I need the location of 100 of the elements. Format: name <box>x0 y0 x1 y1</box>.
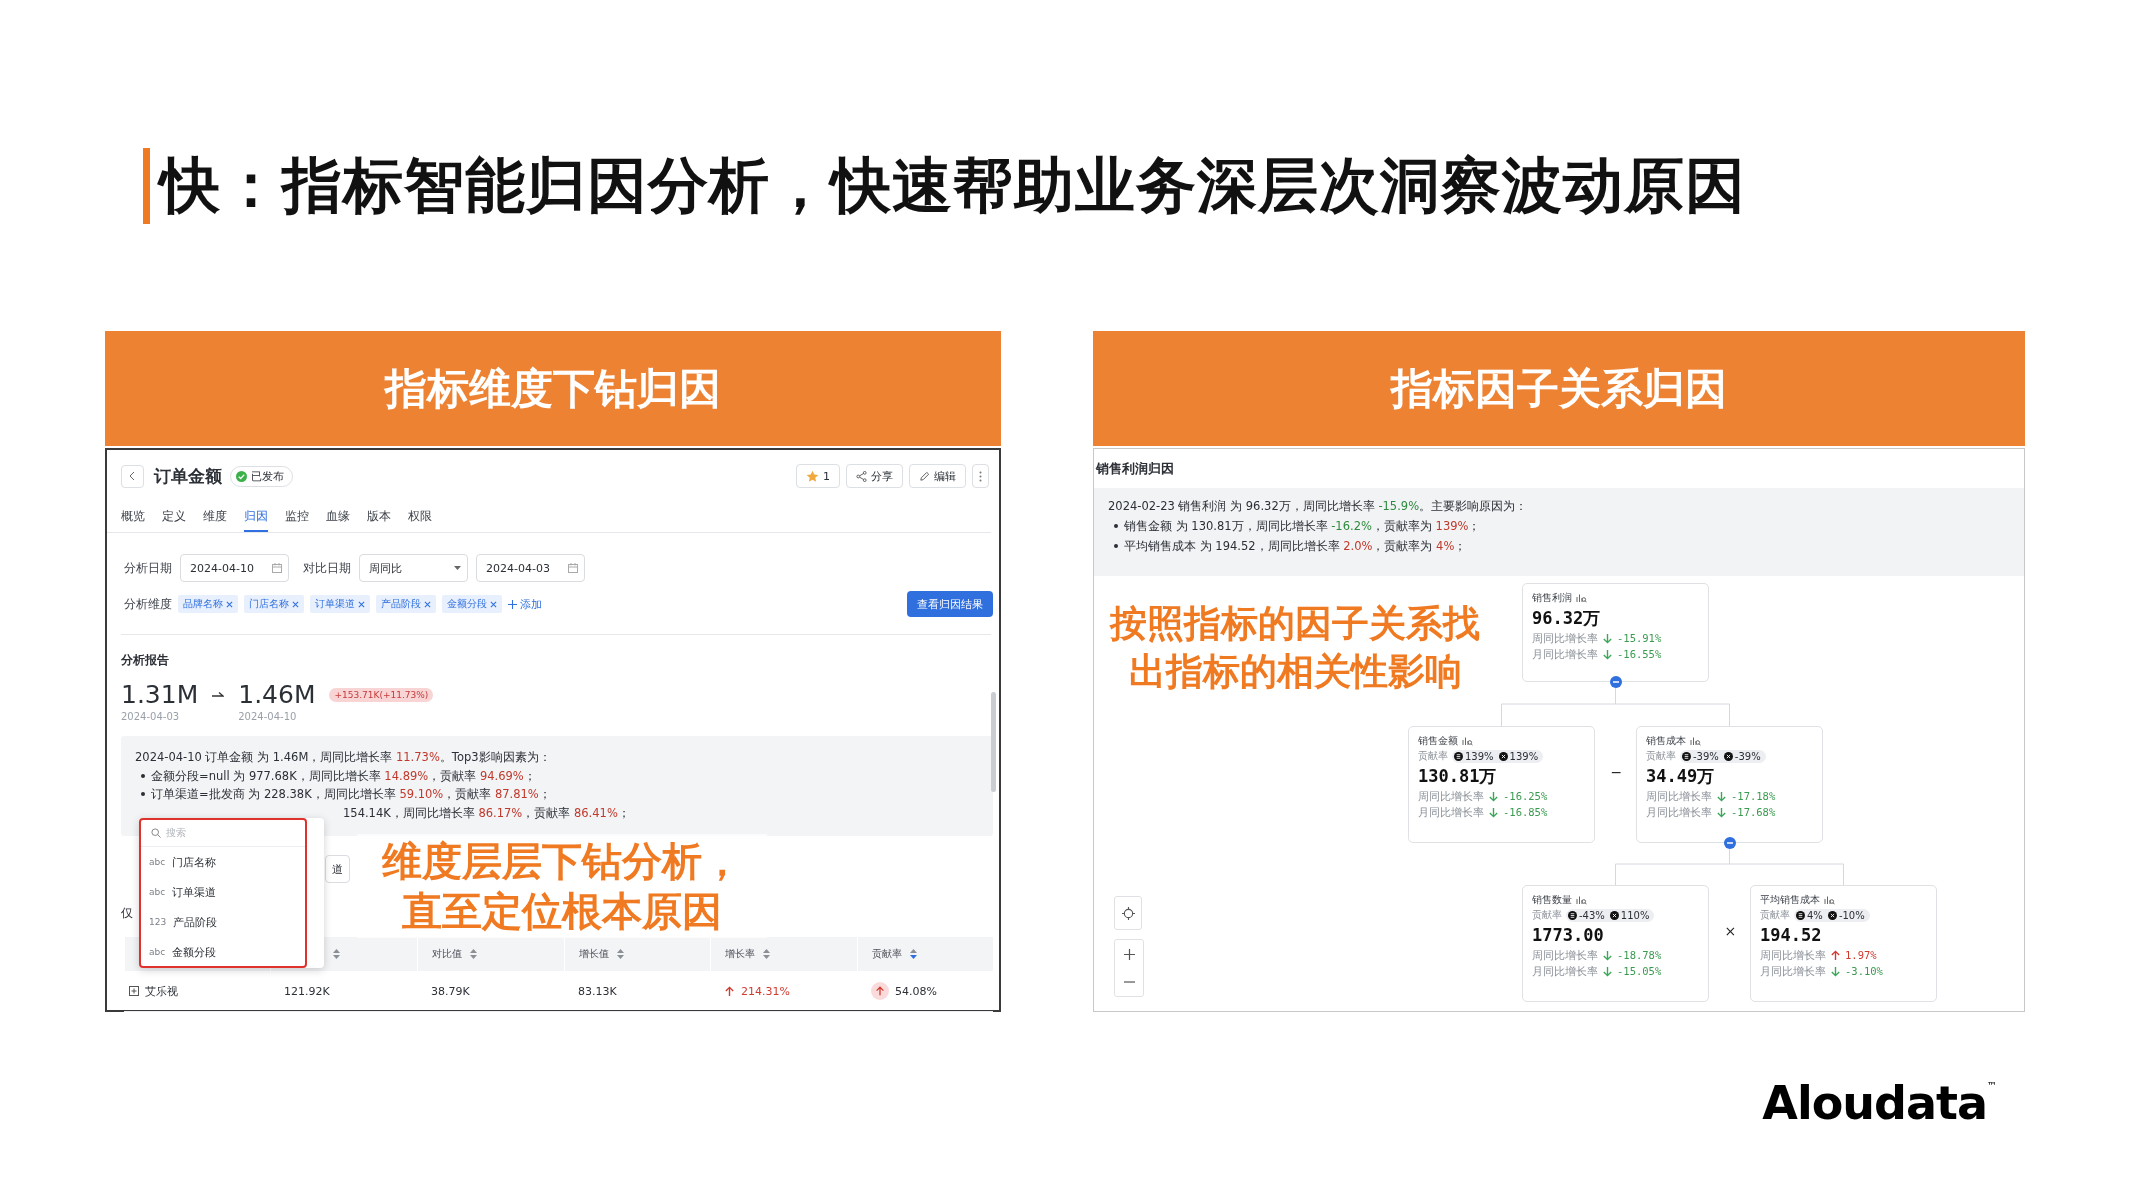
chart-search-icon[interactable] <box>1576 895 1587 905</box>
metric-name: 销售利润 <box>1532 591 1572 605</box>
rate-value: -16.85% <box>1503 805 1548 820</box>
collapse-toggle[interactable] <box>1609 676 1622 688</box>
menu-item[interactable]: 123 产品阶段 <box>141 907 305 937</box>
up-arrow-icon <box>724 985 735 997</box>
add-link[interactable]: 添加 <box>508 596 542 612</box>
search-icon <box>151 828 161 838</box>
metric-name: 销售数量 <box>1532 893 1572 907</box>
chart-search-icon[interactable] <box>1462 736 1473 746</box>
metric-value: 130.81万 <box>1418 765 1498 788</box>
sort-icon[interactable] <box>910 949 917 959</box>
close-icon[interactable] <box>490 600 497 608</box>
close-icon[interactable] <box>424 600 431 608</box>
contribution-value: 110% <box>1620 909 1650 921</box>
dimension-tag: 门店名称 <box>244 595 304 613</box>
tab[interactable]: 概览 <box>121 502 145 532</box>
scrollbar[interactable] <box>991 692 996 792</box>
down-arrow-icon <box>1488 807 1499 818</box>
table-cell: 54.08% <box>895 984 937 998</box>
date-field[interactable]: 2024-04-10 <box>180 554 289 582</box>
star-button[interactable]: 1 <box>796 464 840 488</box>
summary-text: 2024-04-10 订单金额 为 1.46M，周同比增长率 11.73%。Top3影响因素为： <box>135 749 551 766</box>
panel-title: 销售利润归因 <box>1096 459 1174 478</box>
date-field[interactable]: 2024-04-03 <box>476 554 585 582</box>
metric-card[interactable]: 销售数量 贡献率 -43% 110% 1773.00 周同比增长率 -18.78% 月同比增长率 -15.05% <box>1522 885 1709 1002</box>
sort-icon[interactable] <box>470 949 477 959</box>
contribution-label: 贡献率 <box>1760 908 1790 922</box>
metric-name: 销售成本 <box>1646 734 1686 748</box>
menu-item[interactable]: abc 门店名称 <box>141 847 305 877</box>
section-header: 指标因子关系归因 <box>1093 331 2025 446</box>
rate-label: 周同比增长率 <box>1532 948 1598 963</box>
sort-icon[interactable] <box>763 949 770 959</box>
caption-text: 出指标的相关性影响 <box>1128 649 1462 695</box>
rate-label: 月同比增长率 <box>1418 805 1484 820</box>
tab[interactable]: 血缘 <box>326 502 350 532</box>
share-button[interactable]: 分享 <box>846 464 903 488</box>
field-label: 分析维度 <box>124 595 172 613</box>
table-cell: 214.31% <box>741 984 790 998</box>
table-cell: 83.13K <box>578 984 617 998</box>
tab[interactable]: 权限 <box>408 502 432 532</box>
contribution-label: 贡献率 <box>1646 749 1676 763</box>
chart-search-icon[interactable] <box>1824 895 1835 905</box>
current-date: 2024-04-10 <box>238 711 298 722</box>
section-title: 分析报告 <box>120 652 170 669</box>
locate-button[interactable] <box>1114 896 1142 930</box>
star-icon <box>806 469 819 483</box>
rate-value: -18.78% <box>1617 948 1662 963</box>
view-results-button[interactable]: 查看归因结果 <box>907 591 993 617</box>
summary-text: 2024-02-23 销售利润 为 96.32万，周同比增长率 -15.9%。主要影响原因为： <box>1108 498 1528 515</box>
column-header: 增长率 <box>725 947 755 961</box>
tab[interactable]: 版本 <box>367 502 391 532</box>
summary-text: 订单渠道=批发商 为 228.38K，周同比增长率 59.10%，贡献率 87.81%； <box>151 786 551 803</box>
chevron-left-icon <box>129 471 136 481</box>
expand-icon[interactable] <box>129 986 139 996</box>
tab[interactable]: 定义 <box>162 502 186 532</box>
sum-icon <box>1454 751 1463 761</box>
dimension-button[interactable]: 道 <box>325 855 350 883</box>
menu-item[interactable]: abc 金额分段 <box>141 937 305 967</box>
rate-label: 月同比增长率 <box>1532 647 1598 662</box>
trademark-sign: ™ <box>1987 1080 1997 1091</box>
close-icon[interactable] <box>358 600 365 608</box>
plus-icon <box>508 599 517 609</box>
chart-search-icon[interactable] <box>1690 736 1701 746</box>
compare-select[interactable]: 周同比 <box>359 554 468 582</box>
chart-search-icon[interactable] <box>1576 593 1587 603</box>
close-icon[interactable] <box>292 600 299 608</box>
plus-icon <box>1123 948 1135 960</box>
rate-value: -16.25% <box>1503 789 1548 804</box>
rate-value: 1.97% <box>1845 948 1877 963</box>
dimension-tag: 金额分段 <box>442 595 502 613</box>
collapse-toggle[interactable] <box>1723 837 1736 849</box>
tab[interactable]: 监控 <box>285 502 309 532</box>
metric-value: 34.49万 <box>1646 765 1716 788</box>
sort-icon[interactable] <box>617 949 624 959</box>
metric-card[interactable]: 销售成本 贡献率 -39% -39% 34.49万 周同比增长率 -17.18% 月同比增长率 -17.68% <box>1636 726 1823 843</box>
rate-value: -3.10% <box>1845 964 1883 979</box>
operator-sign: − <box>1610 764 1623 780</box>
caption-text: 维度层层下钻分析， <box>382 837 742 886</box>
base-date: 2024-04-03 <box>121 711 181 722</box>
edit-button[interactable]: 编辑 <box>909 464 966 488</box>
contribution-value: -39% <box>1693 750 1719 762</box>
close-icon[interactable] <box>226 600 233 608</box>
more-icon <box>979 470 982 482</box>
rate-value: -17.68% <box>1731 805 1776 820</box>
bullet-dot <box>141 792 145 797</box>
field-label: 分析日期 <box>124 559 172 577</box>
status-text: 已发布 <box>251 468 284 484</box>
menu-item[interactable]: abc 订单渠道 <box>141 877 305 907</box>
summary-text: 平均销售成本 为 194.52，周同比增长率 2.0%，贡献率为 4%； <box>1124 538 1467 555</box>
down-arrow-icon <box>1830 966 1841 977</box>
metric-card[interactable]: 平均销售成本 贡献率 4% -10% 194.52 周同比增长率 1.97% 月同比增长率 -3.10% <box>1750 885 1937 1002</box>
metric-card[interactable]: 销售金额 贡献率 139% 139% 130.81万 周同比增长率 -16.25% 月同比增长率 -16.85% <box>1408 726 1595 843</box>
metric-card[interactable]: 销售利润 96.32万 周同比增长率 -15.91% 月同比增长率 -16.55% <box>1522 583 1709 682</box>
rate-label: 月同比增长率 <box>1646 805 1712 820</box>
note-text: 仅 <box>121 906 133 920</box>
sort-icon[interactable] <box>333 949 340 959</box>
base-value: 1.31M <box>121 681 199 709</box>
tab[interactable]: 维度 <box>203 502 227 532</box>
tab[interactable]: 归因 <box>244 502 268 532</box>
